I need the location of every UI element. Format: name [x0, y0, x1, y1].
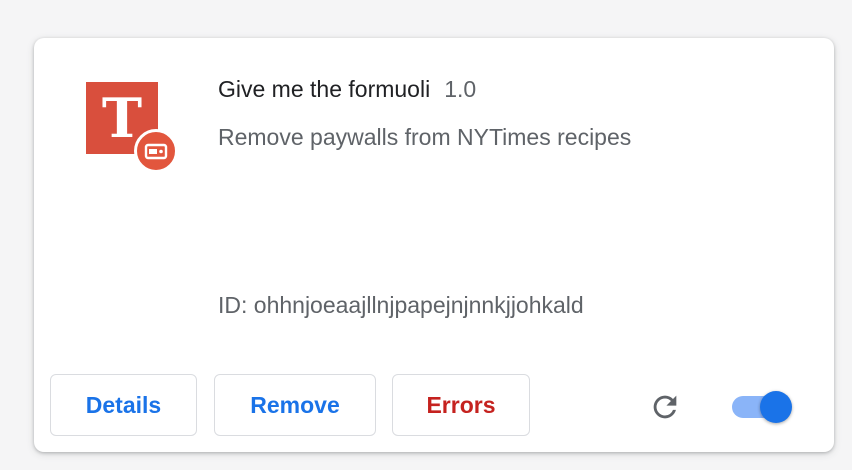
remove-button[interactable]: Remove — [214, 374, 376, 436]
extension-id: ID: ohhnjoeaajllnjpapejnjnnkjjohkald — [218, 292, 584, 318]
errors-button[interactable]: Errors — [392, 374, 530, 436]
details-button[interactable]: Details — [50, 374, 197, 436]
extension-description: Remove paywalls from NYTimes recipes — [218, 124, 632, 150]
unpacked-badge-icon — [134, 129, 178, 173]
reload-icon[interactable] — [648, 390, 682, 424]
extension-card: T Give me the formuoli 1.0 Remove paywall… — [34, 38, 834, 452]
extension-title-row: Give me the formuoli 1.0 — [218, 76, 476, 103]
toggle-knob — [760, 391, 792, 423]
extension-version: 1.0 — [444, 76, 477, 102]
extension-name: Give me the formuoli — [218, 76, 431, 102]
enable-toggle[interactable] — [732, 390, 796, 424]
